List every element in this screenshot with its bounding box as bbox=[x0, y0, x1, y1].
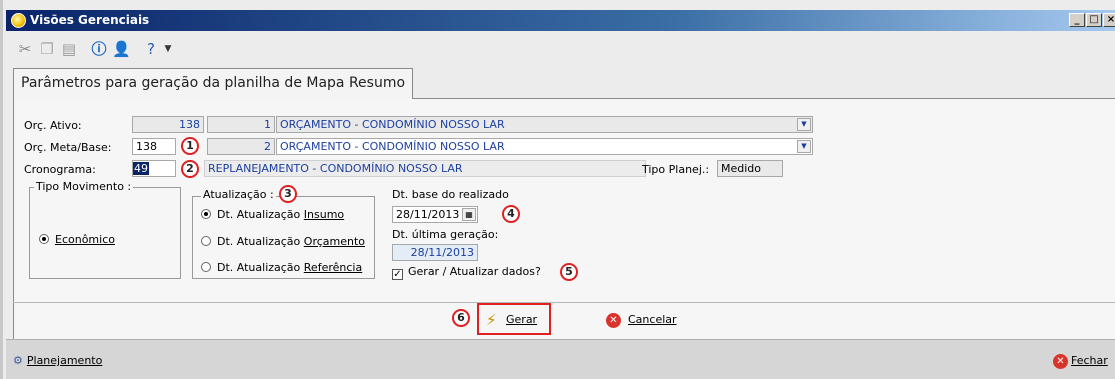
cronograma-code-input[interactable]: 49 bbox=[132, 160, 176, 177]
radio-dt-atualizacao-insumo[interactable]: Dt. Atualização Insumo bbox=[201, 208, 344, 221]
orc-meta-select[interactable]: ORÇAMENTO - CONDOMÍNIO NOSSO LAR ▼ bbox=[276, 138, 813, 155]
option-prefix: Dt. Atualização bbox=[217, 235, 304, 248]
toolbar: ✂ ❐ ▤ ⓘ 👤 ? ▼ bbox=[6, 31, 1115, 66]
radio-dot-icon bbox=[39, 234, 49, 244]
tipo-planej-field: Medido bbox=[717, 160, 783, 177]
orc-meta-code-input[interactable]: 138 bbox=[132, 138, 176, 155]
radio-dt-atualizacao-orcamento[interactable]: Dt. Atualização Orçamento bbox=[201, 235, 365, 248]
cronograma-name-field: REPLANEJAMENTO - CONDOMÍNIO NOSSO LAR bbox=[204, 160, 646, 177]
chevron-down-icon[interactable]: ▼ bbox=[797, 118, 811, 131]
dt-base-input[interactable]: 28/11/2013 ▦ bbox=[392, 206, 478, 223]
dropdown-arrow-icon[interactable]: ▼ bbox=[159, 40, 177, 58]
option-prefix: Dt. Atualização bbox=[217, 261, 304, 274]
help-icon[interactable]: ? bbox=[142, 40, 160, 58]
atualizacao-group: Atualização : Dt. Atualização Insumo Dt.… bbox=[192, 188, 375, 279]
callout-3: 3 bbox=[279, 185, 297, 203]
planejamento-label: Planejamento bbox=[26, 354, 103, 367]
cronograma-code-value: 49 bbox=[133, 162, 149, 175]
title-bar: Visões Gerenciais _ □ × bbox=[6, 10, 1115, 31]
gerar-dados-label: Gerar / Atualizar dados? bbox=[408, 265, 541, 278]
parameters-panel: Orç. Ativo: 138 1 ORÇAMENTO - CONDOMÍNIO… bbox=[13, 99, 1115, 303]
status-bar: ⚙ Planejamento ✕ Fechar bbox=[6, 339, 1115, 379]
radio-economico[interactable]: Econômico bbox=[39, 233, 115, 246]
radio-dot-icon bbox=[201, 262, 211, 272]
cut-icon[interactable]: ✂ bbox=[16, 40, 34, 58]
tipo-movimento-group: Tipo Movimento : Econômico bbox=[29, 180, 181, 279]
callout-4: 4 bbox=[502, 205, 520, 223]
tab-parametros[interactable]: Parâmetros para geração da planilha de M… bbox=[13, 68, 414, 99]
checkbox-checked-icon: ✓ bbox=[392, 269, 403, 280]
callout-5: 5 bbox=[560, 263, 578, 281]
callout-2: 2 bbox=[181, 160, 199, 178]
tipo-planej-label: Tipo Planej.: bbox=[642, 163, 710, 176]
tipo-movimento-title: Tipo Movimento : bbox=[34, 180, 134, 193]
dt-ultima-field: 28/11/2013 bbox=[392, 244, 478, 261]
cancelar-button[interactable]: ✕ Cancelar bbox=[606, 309, 677, 333]
orc-ativo-name: ORÇAMENTO - CONDOMÍNIO NOSSO LAR bbox=[280, 118, 505, 131]
orc-meta-name: ORÇAMENTO - CONDOMÍNIO NOSSO LAR bbox=[280, 140, 505, 153]
cronograma-label: Cronograma: bbox=[24, 163, 96, 176]
option-key: Orçamento bbox=[303, 235, 366, 248]
gerar-dados-checkbox[interactable]: ✓ Gerar / Atualizar dados? bbox=[392, 265, 541, 280]
cancelar-label: Cancelar bbox=[628, 313, 677, 326]
app-icon bbox=[11, 13, 26, 28]
chevron-down-icon[interactable]: ▼ bbox=[797, 140, 811, 153]
paste-icon[interactable]: ▤ bbox=[60, 40, 78, 58]
close-icon: ✕ bbox=[1053, 354, 1068, 369]
minimize-button[interactable]: _ bbox=[1069, 13, 1085, 27]
app-window: Visões Gerenciais _ □ × ✂ ❐ ▤ ⓘ 👤 ? ▼ Pa… bbox=[0, 0, 1115, 379]
planejamento-link[interactable]: ⚙ Planejamento bbox=[13, 354, 102, 367]
option-key: Referência bbox=[303, 261, 363, 274]
dt-base-value: 28/11/2013 bbox=[396, 208, 460, 221]
planejamento-icon: ⚙ bbox=[13, 354, 23, 367]
fechar-button[interactable]: ✕ Fechar bbox=[1053, 354, 1108, 369]
copy-icon[interactable]: ❐ bbox=[38, 40, 56, 58]
callout-6: 6 bbox=[452, 309, 470, 327]
fechar-label: Fechar bbox=[1071, 354, 1108, 367]
dt-ultima-label: Dt. última geração: bbox=[392, 228, 499, 241]
radio-dot-icon bbox=[201, 209, 211, 219]
economico-label: Econômico bbox=[55, 233, 115, 246]
info-icon[interactable]: ⓘ bbox=[90, 40, 108, 58]
cancel-icon: ✕ bbox=[606, 313, 621, 328]
option-key: Insumo bbox=[303, 208, 345, 221]
window-title: Visões Gerenciais bbox=[30, 13, 150, 27]
option-prefix: Dt. Atualização bbox=[217, 208, 304, 221]
orc-ativo-seq-field: 1 bbox=[207, 116, 275, 133]
radio-dot-icon bbox=[201, 236, 211, 246]
orc-ativo-label: Orç. Ativo: bbox=[24, 119, 82, 132]
dt-base-label: Dt. base do realizado bbox=[392, 188, 509, 201]
user-icon[interactable]: 👤 bbox=[112, 40, 131, 58]
radio-dt-atualizacao-referencia[interactable]: Dt. Atualização Referência bbox=[201, 261, 362, 274]
orc-meta-label: Orç. Meta/Base: bbox=[24, 141, 112, 154]
gerar-highlight-box bbox=[477, 303, 551, 335]
calendar-icon[interactable]: ▦ bbox=[462, 208, 476, 221]
button-bar: 6 ⚡ Gerar ✕ Cancelar bbox=[13, 303, 1115, 339]
atualizacao-title: Atualização : bbox=[201, 188, 276, 201]
close-button[interactable]: × bbox=[1103, 13, 1115, 27]
maximize-button[interactable]: □ bbox=[1086, 13, 1102, 27]
orc-ativo-select[interactable]: ORÇAMENTO - CONDOMÍNIO NOSSO LAR ▼ bbox=[276, 116, 813, 133]
callout-1: 1 bbox=[181, 137, 199, 155]
tab-strip: Parâmetros para geração da planilha de M… bbox=[13, 68, 1115, 99]
orc-meta-seq-field: 2 bbox=[207, 138, 275, 155]
orc-ativo-code-field: 138 bbox=[132, 116, 204, 133]
